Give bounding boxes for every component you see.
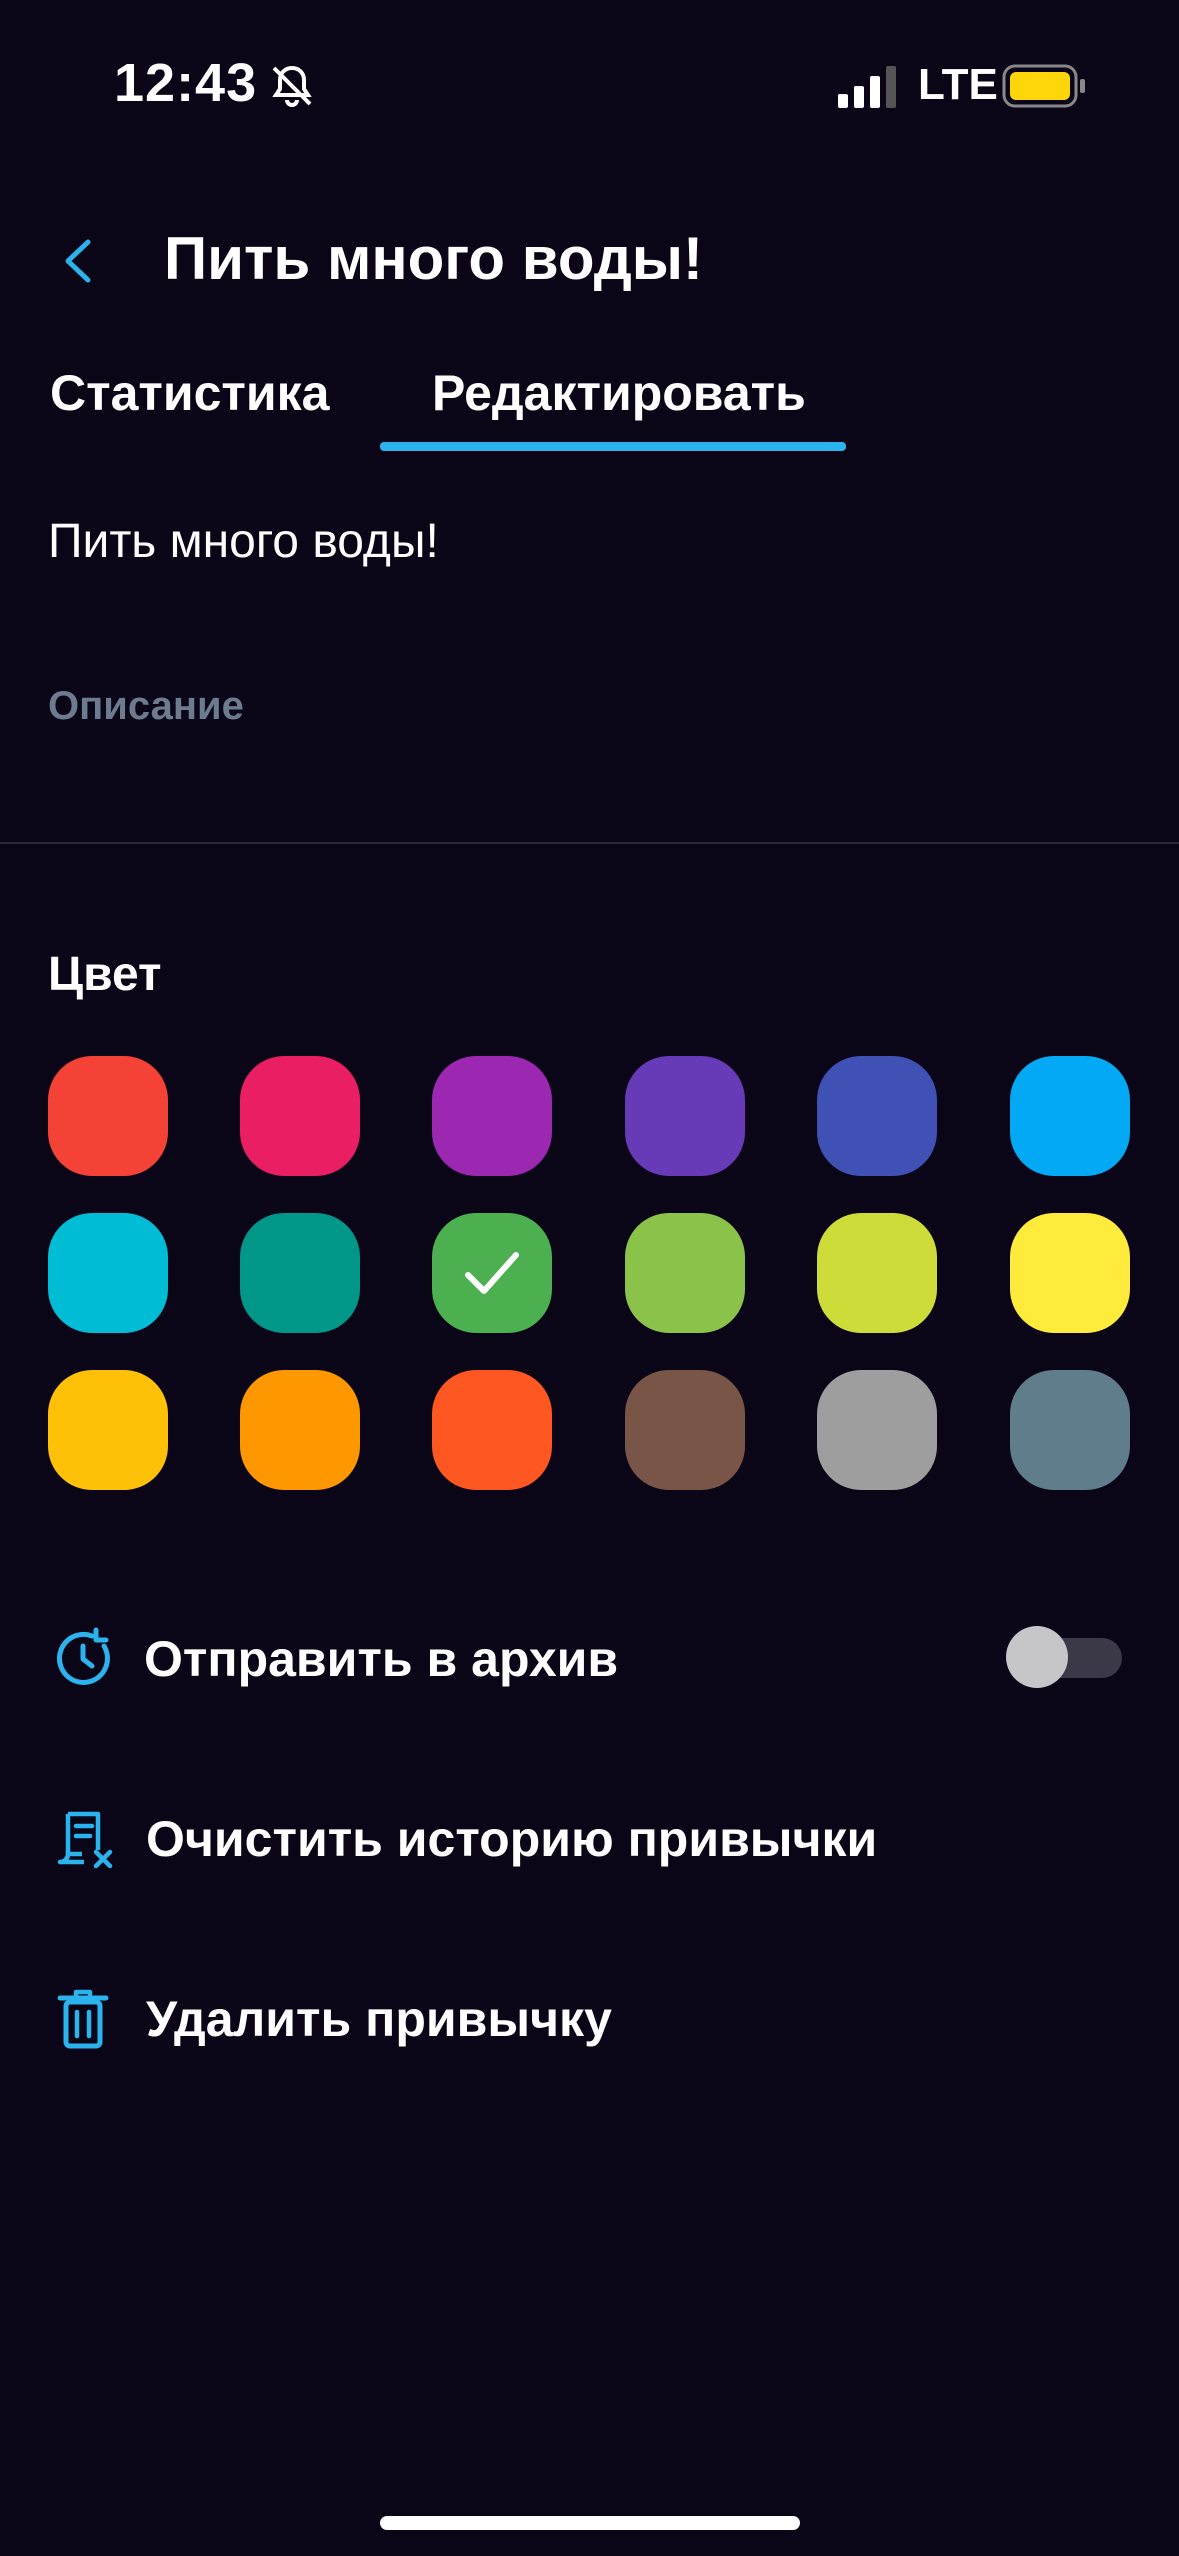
color-swatch[interactable] [432,1370,552,1490]
trash-icon [57,1989,109,2049]
archive-label[interactable]: Отправить в архив [144,1630,618,1688]
tab-edit[interactable]: Редактировать [432,364,806,422]
archive-clock-icon [57,1627,110,1685]
description-input[interactable]: Описание [48,684,244,729]
habit-name-input[interactable]: Пить много воды! [48,514,439,569]
color-swatch[interactable] [625,1056,745,1176]
color-swatch[interactable] [240,1213,360,1333]
status-time: 12:43 [114,53,258,113]
color-swatch-selected[interactable] [432,1213,552,1333]
bell-muted-icon [272,65,312,107]
clear-history-icon [57,1811,113,1869]
color-section-heading: Цвет [48,948,162,1001]
color-swatch[interactable] [1010,1370,1130,1490]
color-swatch[interactable] [1010,1213,1130,1333]
color-swatch[interactable] [817,1213,937,1333]
color-swatch[interactable] [240,1370,360,1490]
color-swatch[interactable] [48,1213,168,1333]
toggle-knob [1006,1626,1068,1688]
network-type: LTE [918,60,998,109]
color-swatch[interactable] [48,1056,168,1176]
home-indicator [380,2516,800,2530]
clear-history-label[interactable]: Очистить историю привычки [146,1810,877,1868]
tab-statistics[interactable]: Статистика [50,364,330,422]
page-title: Пить много воды! [164,225,704,292]
delete-habit-label[interactable]: Удалить привычку [146,1990,612,2048]
checkmark-icon [465,1252,519,1294]
cellular-signal-icon [838,66,896,108]
battery-icon [1002,64,1085,108]
color-swatch[interactable] [817,1056,937,1176]
color-swatch[interactable] [625,1213,745,1333]
color-swatch[interactable] [1010,1056,1130,1176]
color-swatch[interactable] [432,1056,552,1176]
color-swatch[interactable] [625,1370,745,1490]
color-swatch[interactable] [240,1056,360,1176]
back-chevron-icon[interactable] [58,236,98,286]
archive-toggle[interactable] [1006,1626,1122,1688]
active-tab-indicator [380,442,846,451]
color-swatch[interactable] [48,1370,168,1490]
color-swatch[interactable] [817,1370,937,1490]
divider [0,842,1179,844]
